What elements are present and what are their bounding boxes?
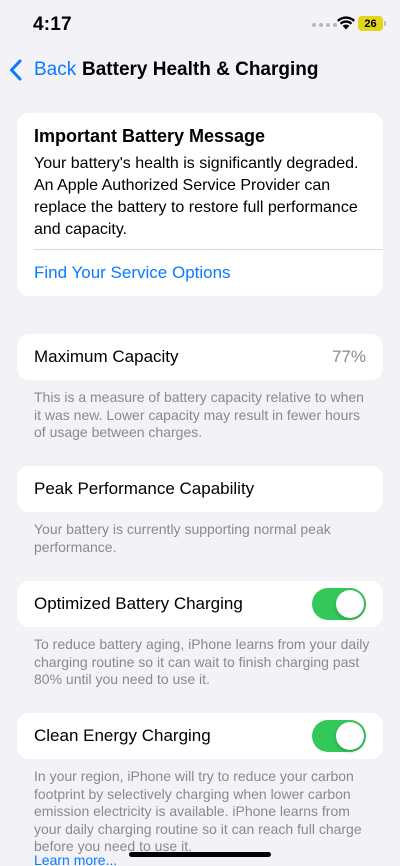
battery-level: 26: [364, 17, 377, 30]
back-button[interactable]: Back: [8, 56, 76, 84]
battery-icon: 26: [358, 16, 386, 31]
optimized-charging-footer: To reduce battery aging, iPhone learns f…: [34, 636, 370, 687]
wifi-icon: [337, 16, 355, 30]
clean-energy-toggle[interactable]: [312, 720, 366, 752]
optimized-charging-row: Optimized Battery Charging: [17, 581, 383, 627]
clean-energy-row: Clean Energy Charging: [17, 713, 383, 759]
cellular-dots-icon: [312, 23, 337, 27]
chevron-left-icon: [10, 59, 22, 81]
nav-bar: Back Battery Health & Charging: [0, 50, 400, 94]
toggle-knob: [336, 590, 364, 618]
message-title: Important Battery Message: [34, 126, 266, 146]
status-time: 4:17: [33, 14, 72, 35]
status-bar: 4:17 26: [0, 0, 400, 50]
back-label: Back: [34, 59, 77, 80]
toggle-knob: [336, 722, 364, 750]
peak-performance-label: Peak Performance Capability: [34, 479, 255, 498]
peak-performance-row: Peak Performance Capability: [17, 466, 383, 512]
learn-more-link[interactable]: Learn more...: [34, 852, 117, 866]
divider: [34, 249, 383, 250]
find-service-options-link[interactable]: Find Your Service Options: [34, 263, 231, 283]
message-body: Your battery's health is significantly d…: [34, 155, 359, 238]
clean-energy-footer: In your region, iPhone will try to reduc…: [34, 768, 362, 854]
optimized-charging-toggle[interactable]: [312, 588, 366, 620]
maximum-capacity-value: 77%: [331, 347, 366, 366]
maximum-capacity-footer: This is a measure of battery capacity re…: [34, 389, 364, 440]
optimized-charging-label: Optimized Battery Charging: [34, 594, 243, 613]
home-indicator[interactable]: [129, 852, 271, 857]
battery-message-card: Important Battery Message Your battery's…: [17, 113, 383, 296]
maximum-capacity-row: Maximum Capacity 77%: [17, 334, 383, 380]
clean-energy-label: Clean Energy Charging: [34, 726, 211, 745]
maximum-capacity-label: Maximum Capacity: [34, 347, 179, 366]
page-title: Battery Health & Charging: [82, 59, 319, 80]
peak-performance-footer: Your battery is currently supporting nor…: [34, 521, 331, 555]
